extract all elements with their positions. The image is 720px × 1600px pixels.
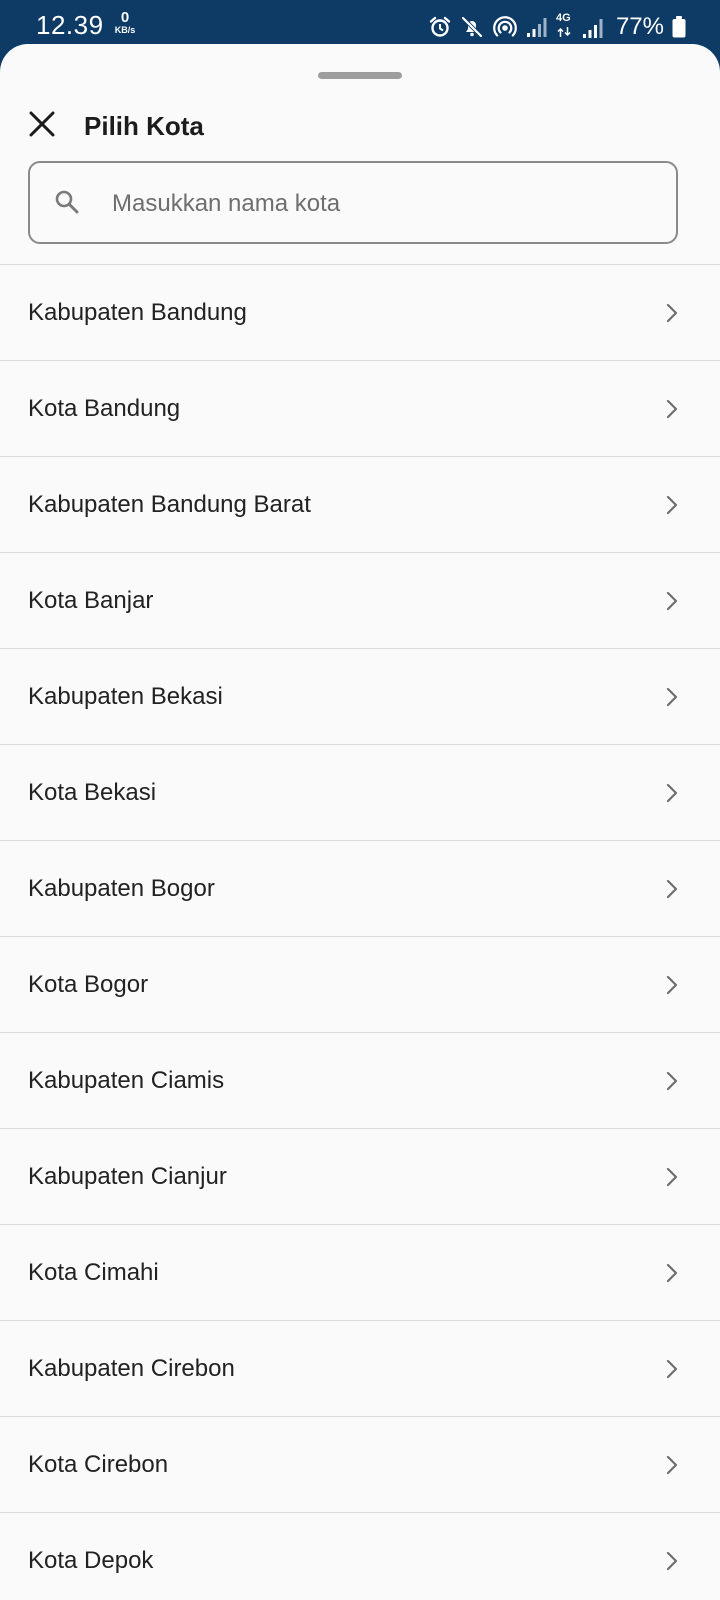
search-input[interactable] (110, 163, 654, 244)
city-list-item[interactable]: Kabupaten Cianjur (0, 1129, 720, 1225)
chevron-right-icon (666, 303, 678, 328)
alarm-icon (428, 15, 452, 39)
sheet-title: Pilih Kota (84, 111, 204, 141)
sheet-header: Pilih Kota (0, 96, 720, 152)
city-list-item[interactable]: Kota Bogor (0, 937, 720, 1033)
network-speed: 0 KB/s (110, 10, 140, 35)
city-label: Kota Bekasi (28, 779, 157, 806)
city-label: Kota Bandung (28, 395, 181, 422)
city-list-item[interactable]: Kota Banjar (0, 553, 720, 649)
city-label: Kota Banjar (28, 587, 154, 614)
close-icon (29, 111, 55, 142)
chevron-right-icon (666, 975, 678, 1000)
network-type-label: 4G (555, 12, 571, 24)
city-label: Kabupaten Ciamis (28, 1067, 225, 1094)
city-label: Kabupaten Cianjur (28, 1163, 227, 1190)
chevron-right-icon (666, 1359, 678, 1384)
city-list-item[interactable]: Kota Bandung (0, 361, 720, 457)
chevron-right-icon (666, 1551, 678, 1576)
city-list-item[interactable]: Kabupaten Cirebon (0, 1321, 720, 1417)
chevron-right-icon (666, 879, 678, 904)
chevron-right-icon (666, 399, 678, 424)
signal-icon (526, 16, 548, 38)
city-list-item[interactable]: Kabupaten Ciamis (0, 1033, 720, 1129)
city-label: Kota Depok (28, 1547, 154, 1574)
city-list: Kabupaten Bandung Kota Bandung Kabupaten B… (0, 264, 720, 1600)
city-label: Kota Cirebon (28, 1451, 169, 1478)
signal-4g-icon: 4G (555, 12, 606, 40)
close-button[interactable] (22, 106, 62, 146)
battery-percentage: 77% (615, 13, 664, 40)
city-list-item[interactable]: Kabupaten Bekasi (0, 649, 720, 745)
search-field[interactable] (28, 161, 678, 244)
city-list-item[interactable]: Kabupaten Bandung Barat (0, 457, 720, 553)
city-list-item[interactable]: Kota Depok (0, 1513, 720, 1600)
chevron-right-icon (666, 1263, 678, 1288)
city-label: Kabupaten Bekasi (28, 683, 223, 710)
city-list-item[interactable]: Kabupaten Bandung (0, 265, 720, 361)
city-label: Kabupaten Bogor (28, 875, 215, 902)
chevron-right-icon (666, 1455, 678, 1480)
city-label: Kabupaten Bandung Barat (28, 491, 311, 518)
city-list-item[interactable]: Kabupaten Bogor (0, 841, 720, 937)
battery-icon (672, 16, 686, 43)
city-list-item[interactable]: Kota Cimahi (0, 1225, 720, 1321)
chevron-right-icon (666, 783, 678, 808)
status-time: 12.39 (36, 10, 104, 40)
chevron-right-icon (666, 687, 678, 712)
search-icon (54, 189, 80, 220)
city-label: Kota Cimahi (28, 1259, 159, 1286)
chevron-right-icon (666, 591, 678, 616)
network-speed-value: 0 (120, 9, 130, 26)
status-icons: 4G 77% (428, 12, 664, 41)
chevron-right-icon (666, 1167, 678, 1192)
city-list-item[interactable]: Kota Bekasi (0, 745, 720, 841)
chevron-right-icon (666, 1071, 678, 1096)
city-label: Kabupaten Cirebon (28, 1355, 235, 1382)
city-label: Kota Bogor (28, 971, 149, 998)
hotspot-icon (492, 15, 518, 39)
drag-handle[interactable] (318, 72, 402, 79)
network-speed-unit: KB/s (114, 25, 136, 35)
city-picker-sheet: Pilih Kota Kabupaten Bandung Kota Bandung… (0, 44, 720, 1600)
city-list-item[interactable]: Kota Cirebon (0, 1417, 720, 1513)
mute-icon (460, 15, 484, 39)
chevron-right-icon (666, 495, 678, 520)
city-label: Kabupaten Bandung (28, 299, 247, 326)
